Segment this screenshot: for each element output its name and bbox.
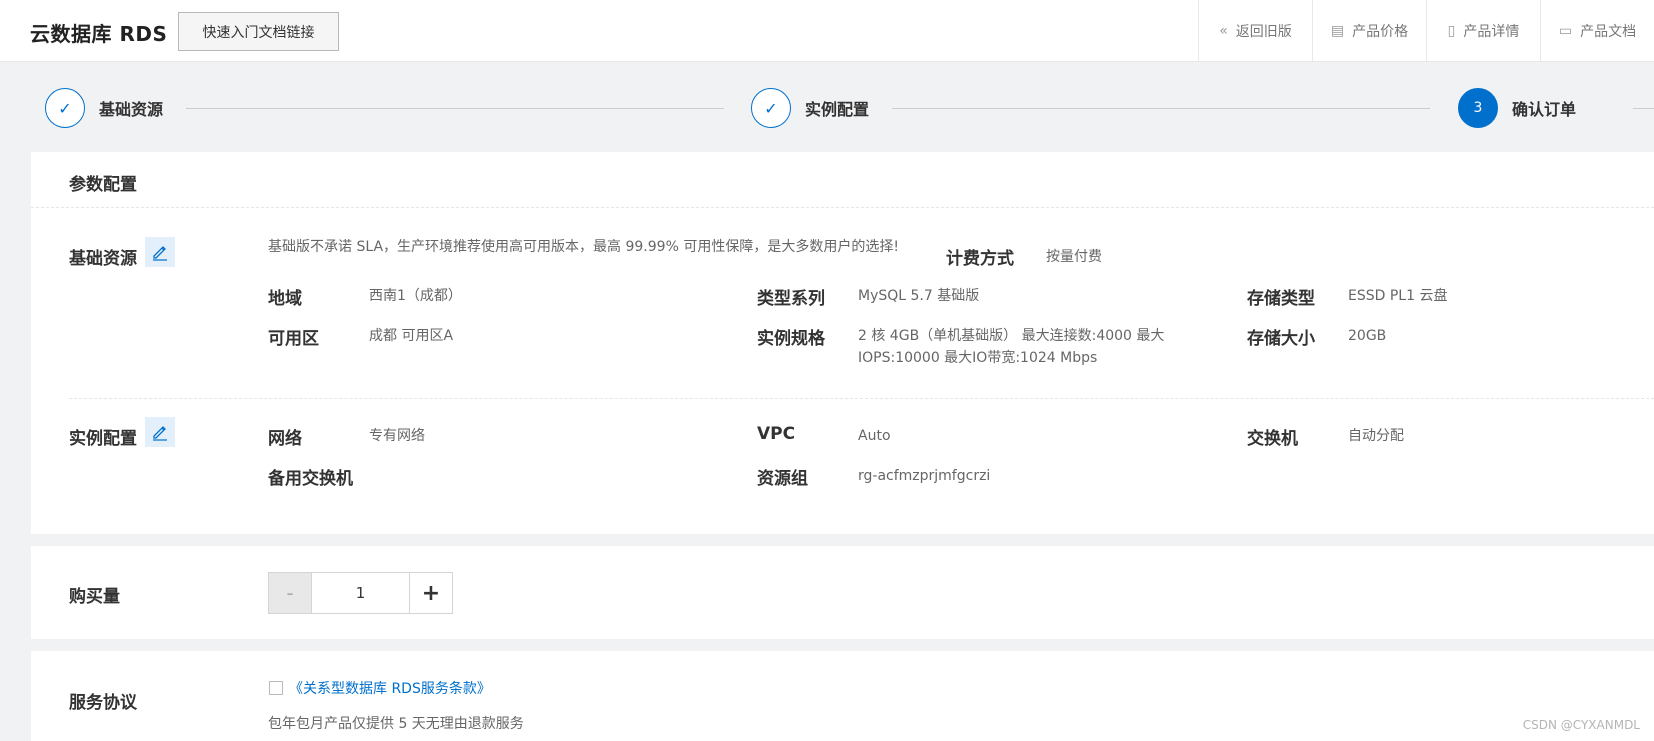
nav-label: 返回旧版 — [1235, 24, 1292, 40]
pencil-icon — [153, 426, 167, 441]
top-bar: 云数据库 RDS 快速入门文档链接 « 返回旧版 ▤ 产品价格 ▯ 产品详情 ▭… — [0, 0, 1654, 62]
price-list-icon: ▤ — [1330, 23, 1345, 39]
storage-type-label: 存储类型 — [1247, 289, 1315, 309]
app-title: 云数据库 RDS — [30, 22, 168, 46]
network-label: 网络 — [268, 429, 302, 449]
purchase-quantity-label: 购买量 — [69, 587, 120, 607]
agreement-checkbox[interactable] — [269, 681, 283, 695]
decrease-quantity-button[interactable]: - — [269, 573, 311, 613]
nav-product-price[interactable]: ▤ 产品价格 — [1312, 0, 1426, 62]
vpc-label: VPC — [757, 424, 796, 444]
nav-label: 产品文档 — [1580, 24, 1637, 40]
watermark: CSDN @CYXANMDL — [1522, 718, 1640, 732]
switch-value: 自动分配 — [1348, 428, 1404, 444]
basic-resources-label: 基础资源 — [69, 249, 137, 269]
switch-label: 交换机 — [1247, 429, 1298, 449]
zone-value: 成都 可用区A — [369, 328, 454, 344]
resource-group-value: rg-acfmzprjmfgcrzi — [858, 468, 991, 484]
section-title: 参数配置 — [69, 175, 137, 195]
step-label: 基础资源 — [99, 100, 164, 119]
instance-config-label: 实例配置 — [69, 429, 137, 449]
step-instance-config[interactable]: ✓ 实例配置 — [751, 88, 869, 128]
vpc-value: Auto — [858, 428, 891, 444]
purchase-card: 购买量 - + — [31, 546, 1654, 639]
backup-switch-label: 备用交换机 — [268, 469, 353, 489]
region-label: 地域 — [268, 289, 302, 309]
quantity-input[interactable] — [311, 573, 410, 613]
step-connector — [1633, 108, 1654, 109]
pencil-icon — [153, 246, 167, 261]
document-icon: ▭ — [1558, 23, 1573, 39]
network-value: 专有网络 — [369, 428, 425, 444]
step-connector — [186, 108, 724, 109]
instance-spec-value-line1: 2 核 4GB（单机基础版） 最大连接数:4000 最大 — [858, 328, 1165, 344]
step-confirm-order: 3 确认订单 — [1458, 88, 1576, 128]
zone-label: 可用区 — [268, 329, 319, 349]
increase-quantity-button[interactable]: + — [410, 573, 452, 613]
divider — [69, 398, 1654, 399]
step-number-badge: 3 — [1458, 88, 1498, 128]
step-progress: ✓ 基础资源 ✓ 实例配置 3 确认订单 — [0, 62, 1654, 152]
resource-group-label: 资源组 — [757, 469, 808, 489]
agreement-terms-link[interactable]: 《关系型数据库 RDS服务条款》 — [289, 678, 491, 698]
storage-type-value: ESSD PL1 云盘 — [1348, 288, 1448, 304]
storage-size-value: 20GB — [1348, 328, 1387, 344]
top-nav: « 返回旧版 ▤ 产品价格 ▯ 产品详情 ▭ 产品文档 — [1198, 0, 1654, 62]
check-icon: ✓ — [751, 88, 791, 128]
refund-note: 包年包月产品仅提供 5 天无理由退款服务 — [268, 716, 524, 732]
step-label: 确认订单 — [1512, 100, 1577, 119]
service-agreement-label: 服务协议 — [69, 693, 137, 713]
edit-instance-config-button[interactable] — [145, 417, 175, 447]
edit-basic-resources-button[interactable] — [145, 237, 175, 267]
billing-method-label: 计费方式 — [946, 249, 1014, 269]
storage-size-label: 存储大小 — [1247, 329, 1315, 349]
instance-spec-label: 实例规格 — [757, 329, 825, 349]
detail-doc-icon: ▯ — [1447, 23, 1456, 39]
billing-method-value: 按量付费 — [1046, 249, 1102, 265]
series-label: 类型系列 — [757, 289, 825, 309]
nav-product-docs[interactable]: ▭ 产品文档 — [1540, 0, 1654, 62]
divider — [31, 207, 1654, 208]
check-icon: ✓ — [45, 88, 85, 128]
instance-spec-value-line2: IOPS:10000 最大IO带宽:1024 Mbps — [858, 350, 1098, 366]
sla-notice: 基础版不承诺 SLA，生产环境推荐使用高可用版本，最高 99.99% 可用性保障… — [268, 239, 899, 255]
step-connector — [892, 108, 1430, 109]
region-value: 西南1（成都） — [369, 288, 462, 304]
nav-product-detail[interactable]: ▯ 产品详情 — [1426, 0, 1540, 62]
nav-label: 产品详情 — [1463, 24, 1520, 40]
series-value: MySQL 5.7 基础版 — [858, 288, 980, 304]
nav-back-old-version[interactable]: « 返回旧版 — [1198, 0, 1312, 62]
step-label: 实例配置 — [805, 100, 870, 119]
quantity-stepper: - + — [268, 572, 453, 614]
agreement-card: 服务协议 《关系型数据库 RDS服务条款》 包年包月产品仅提供 5 天无理由退款… — [31, 651, 1654, 741]
step-basic-resources[interactable]: ✓ 基础资源 — [45, 88, 163, 128]
params-card: 参数配置 基础资源 基础版不承诺 SLA，生产环境推荐使用高可用版本，最高 99… — [31, 152, 1654, 534]
double-chevron-left-icon: « — [1219, 23, 1228, 39]
nav-label: 产品价格 — [1352, 24, 1409, 40]
quick-start-doc-button[interactable]: 快速入门文档链接 — [178, 12, 339, 51]
